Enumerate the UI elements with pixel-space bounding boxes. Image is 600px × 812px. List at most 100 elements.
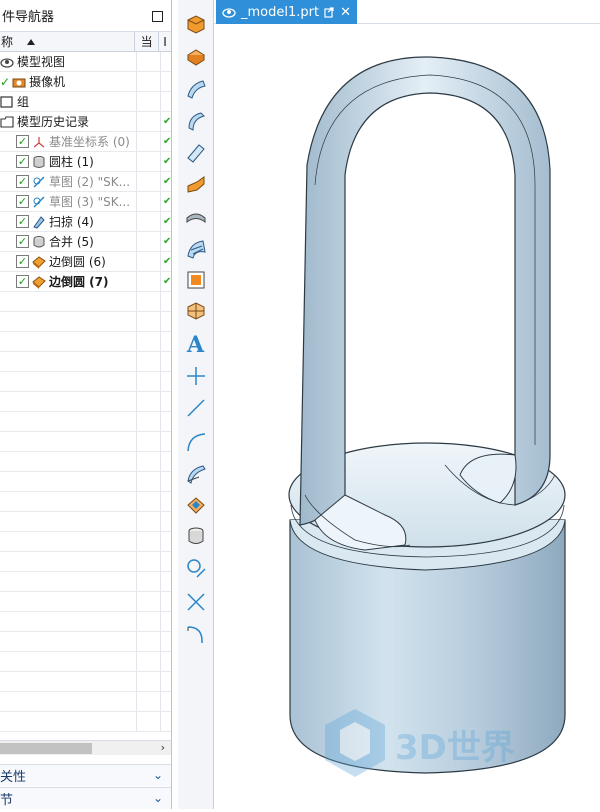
cross-icon[interactable]	[184, 590, 208, 614]
folder-icon	[0, 115, 14, 129]
empty-row	[0, 352, 171, 372]
close-tab-icon[interactable]: ✕	[340, 5, 351, 20]
line-icon[interactable]	[184, 396, 208, 420]
up-to-date-icon: ✔	[163, 156, 171, 167]
tree-row[interactable]: ✓ 草图 (3) "SK... ✔	[0, 192, 171, 212]
visibility-checkbox[interactable]: ✓	[16, 135, 29, 148]
up-to-date-icon: ✔	[163, 216, 171, 227]
empty-row	[0, 312, 171, 332]
cylinder-tool-icon[interactable]	[184, 524, 208, 548]
empty-row	[0, 672, 171, 692]
visibility-checkbox[interactable]: ✓	[16, 235, 29, 248]
column-header: 称 当 I	[0, 32, 171, 52]
tree-row[interactable]: ✓ 摄像机	[0, 72, 171, 92]
extra-column-header[interactable]: I	[159, 32, 171, 51]
visibility-checkbox[interactable]: ✓	[16, 195, 29, 208]
empty-row	[0, 552, 171, 572]
text-icon[interactable]: A	[184, 332, 208, 356]
visibility-checkbox[interactable]: ✓	[16, 155, 29, 168]
empty-row	[0, 412, 171, 432]
details-section[interactable]: 节 ⌄	[0, 787, 171, 809]
empty-row	[0, 432, 171, 452]
name-column-header[interactable]: 称	[0, 32, 136, 51]
tree-row[interactable]: ✓ 边倒圆 (7) ✔	[0, 272, 171, 292]
empty-row	[0, 492, 171, 512]
visibility-checkbox[interactable]: ✓	[16, 215, 29, 228]
tree-item-label: 扫掠 (4)	[49, 215, 94, 229]
solid-body-icon[interactable]	[184, 299, 208, 323]
dependencies-label: 关性	[0, 770, 27, 785]
tree-item-label: 圆柱 (1)	[49, 155, 94, 169]
empty-row	[0, 392, 171, 412]
tree-item-label: 模型历史记录	[17, 115, 90, 129]
swept-icon	[32, 215, 46, 229]
empty-row	[0, 532, 171, 552]
chevron-down-icon[interactable]: ⌄	[153, 791, 163, 805]
circle-tool-icon[interactable]	[184, 556, 208, 580]
maximize-icon[interactable]	[152, 11, 163, 22]
tree-item-label: 模型视图	[17, 55, 66, 69]
tree-item-label: 摄像机	[29, 75, 66, 89]
block-icon[interactable]	[184, 12, 208, 36]
tree-row[interactable]: ✓ 扫掠 (4) ✔	[0, 212, 171, 232]
point-icon[interactable]	[184, 364, 208, 388]
tree-row[interactable]: ✓ 基准坐标系 (0) ✔	[0, 132, 171, 152]
edge-blend-icon	[32, 255, 46, 269]
visibility-checkbox[interactable]: ✓	[16, 275, 29, 288]
check-mark-icon[interactable]: ✓	[0, 75, 10, 89]
tab-label: _model1.prt	[241, 4, 320, 20]
tab-model1[interactable]: _model1.prt ✕	[216, 0, 357, 24]
face-icon[interactable]	[184, 268, 208, 292]
model-views-icon	[0, 55, 14, 69]
chevron-down-icon[interactable]: ⌄	[153, 768, 163, 782]
datum-csys-icon	[32, 135, 46, 149]
empty-row	[0, 612, 171, 632]
empty-row	[0, 452, 171, 472]
tree-row[interactable]: 模型历史记录 ✔	[0, 112, 171, 132]
offset-face-icon[interactable]	[184, 462, 208, 486]
tree-row[interactable]: ✓ 圆柱 (1) ✔	[0, 152, 171, 172]
trim-body-icon[interactable]	[184, 494, 208, 518]
fillet-curve-icon[interactable]	[184, 622, 208, 646]
arc-icon[interactable]	[184, 430, 208, 454]
text-tool-glyph: A	[186, 333, 205, 355]
tree-row[interactable]: ✓ 边倒圆 (6) ✔	[0, 252, 171, 272]
graphics-window[interactable]: 3D世界	[215, 25, 600, 809]
sketch-icon	[32, 195, 46, 209]
scroll-right-icon[interactable]: ›	[161, 741, 165, 754]
navigator-title-bar: 件导航器	[0, 0, 171, 32]
visibility-checkbox[interactable]: ✓	[16, 175, 29, 188]
name-column-label: 称	[1, 35, 14, 49]
model-viewport[interactable]: 3D世界	[215, 25, 600, 809]
extrude-icon[interactable]	[184, 45, 208, 69]
empty-row	[0, 592, 171, 612]
mesh-surface-icon[interactable]	[184, 237, 208, 261]
tree-item-label: 基准坐标系 (0)	[49, 135, 130, 149]
horizontal-scrollbar[interactable]: ›	[0, 740, 171, 755]
tree-item-label: 草图 (2) "SK...	[49, 175, 131, 189]
up-to-date-icon: ✔	[163, 116, 171, 127]
tube-icon[interactable]	[184, 205, 208, 229]
tree-item-label: 边倒圆 (7)	[49, 275, 109, 289]
up-to-date-icon: ✔	[163, 276, 171, 287]
bounded-plane-icon[interactable]	[184, 141, 208, 165]
swept-surface-icon[interactable]	[184, 109, 208, 133]
tree-row[interactable]: 组	[0, 92, 171, 112]
dependencies-section[interactable]: 关性 ⌄	[0, 764, 171, 786]
tree-item-label: 合并 (5)	[49, 235, 94, 249]
flange-icon[interactable]	[184, 173, 208, 197]
visibility-checkbox[interactable]: ✓	[16, 255, 29, 268]
current-column-header[interactable]: 当	[135, 32, 160, 51]
scrollbar-thumb[interactable]	[0, 743, 92, 754]
watermark-text: 3D世界	[395, 728, 515, 768]
model-tree: 模型视图 ✓ 摄像机组模型历史记录 ✔ ✓ 基准坐标系 (0) ✔ ✓ 圆柱 (1) ✔ ✓ 草图 (…	[0, 52, 171, 740]
tree-row[interactable]: ✓ 草图 (2) "SK... ✔	[0, 172, 171, 192]
empty-row	[0, 712, 171, 732]
tree-row[interactable]: 模型视图	[0, 52, 171, 72]
restore-icon[interactable]	[324, 6, 335, 18]
tree-row[interactable]: ✓ 合并 (5) ✔	[0, 232, 171, 252]
surface-icon[interactable]	[184, 77, 208, 101]
cylinder-icon	[32, 155, 46, 169]
empty-row	[0, 572, 171, 592]
camera-icon	[12, 75, 26, 89]
